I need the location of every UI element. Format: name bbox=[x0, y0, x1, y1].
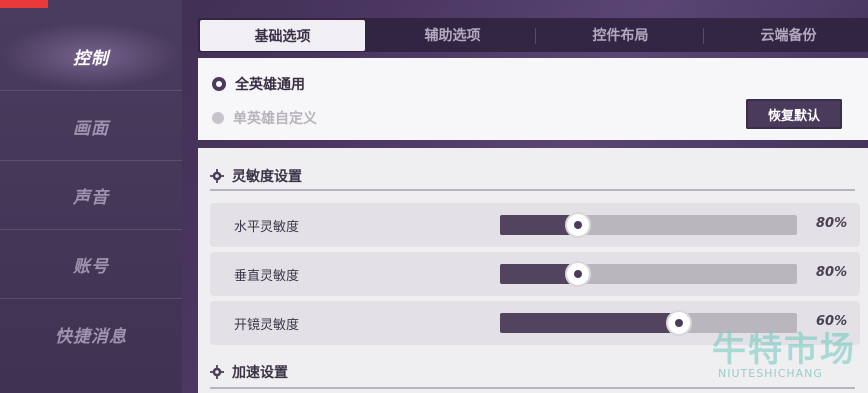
vertical-sensitivity-slider[interactable] bbox=[500, 261, 797, 287]
reset-default-button[interactable]: 恢复默认 bbox=[746, 99, 842, 129]
tab-divider bbox=[703, 28, 704, 44]
section-header-sensitivity: 灵敏度设置 bbox=[210, 166, 302, 186]
sidebar-item-control[interactable]: 控制 bbox=[0, 22, 182, 91]
radio-unselected-icon[interactable] bbox=[212, 112, 224, 124]
slider-fill bbox=[500, 313, 679, 333]
radio-label: 单英雄自定义 bbox=[233, 111, 317, 127]
tab-divider bbox=[535, 28, 536, 44]
watermark: 牛特市场 NIUTESHICHANG bbox=[712, 322, 868, 380]
sensitivity-row-vertical: 垂直灵敏度 80% bbox=[210, 252, 860, 296]
sidebar-item-display[interactable]: 画面 bbox=[0, 92, 182, 161]
tab-assist-options[interactable]: 辅助选项 bbox=[370, 18, 535, 52]
gear-icon bbox=[210, 169, 224, 183]
tab-label: 辅助选项 bbox=[424, 28, 481, 44]
tab-label: 云端备份 bbox=[760, 28, 817, 44]
sidebar: 控制 画面 声音 账号 快捷消息 bbox=[0, 0, 182, 393]
tab-label: 控件布局 bbox=[592, 28, 649, 44]
horizontal-sensitivity-slider[interactable] bbox=[500, 212, 797, 238]
slider-knob[interactable] bbox=[565, 261, 592, 287]
watermark-text: 牛特市场 bbox=[712, 330, 856, 370]
sidebar-item-sound[interactable]: 声音 bbox=[0, 161, 182, 230]
section-header-acceleration: 加速设置 bbox=[210, 362, 288, 382]
radio-single-hero[interactable]: 单英雄自定义 bbox=[212, 108, 317, 128]
gear-icon bbox=[210, 365, 224, 379]
sidebar-item-label: 快捷消息 bbox=[55, 326, 127, 347]
radio-selected-icon[interactable] bbox=[212, 77, 226, 91]
tab-cloud-backup[interactable]: 云端备份 bbox=[706, 18, 868, 52]
row-label: 开镜灵敏度 bbox=[234, 318, 300, 333]
radio-all-heroes[interactable]: 全英雄通用 bbox=[212, 74, 305, 94]
row-value: 80% bbox=[816, 265, 848, 280]
radio-label: 全英雄通用 bbox=[235, 77, 305, 93]
hero-mode-panel: 全英雄通用 单英雄自定义 恢复默认 bbox=[198, 58, 868, 140]
slider-knob[interactable] bbox=[565, 212, 592, 238]
section-title: 灵敏度设置 bbox=[232, 169, 302, 185]
tab-basic-options[interactable]: 基础选项 bbox=[200, 20, 365, 51]
sensitivity-row-horizontal: 水平灵敏度 80% bbox=[210, 203, 860, 247]
top-red-bar bbox=[0, 0, 48, 8]
tab-bar: 基础选项 辅助选项 控件布局 云端备份 bbox=[198, 18, 868, 52]
sidebar-item-label: 账号 bbox=[73, 256, 109, 277]
sidebar-item-quick-messages[interactable]: 快捷消息 bbox=[0, 300, 182, 368]
sidebar-item-label: 画面 bbox=[73, 118, 109, 139]
section-divider bbox=[210, 387, 855, 389]
row-label: 垂直灵敏度 bbox=[234, 269, 300, 284]
section-divider bbox=[210, 189, 855, 191]
sidebar-item-label: 声音 bbox=[73, 187, 109, 208]
sidebar-item-account[interactable]: 账号 bbox=[0, 230, 182, 299]
row-label: 水平灵敏度 bbox=[234, 220, 300, 235]
sidebar-item-label: 控制 bbox=[73, 48, 109, 69]
section-title: 加速设置 bbox=[232, 365, 288, 381]
slider-knob[interactable] bbox=[666, 310, 693, 336]
tab-label: 基础选项 bbox=[254, 28, 311, 45]
tab-control-layout[interactable]: 控件布局 bbox=[538, 18, 703, 52]
row-value: 80% bbox=[816, 216, 848, 231]
